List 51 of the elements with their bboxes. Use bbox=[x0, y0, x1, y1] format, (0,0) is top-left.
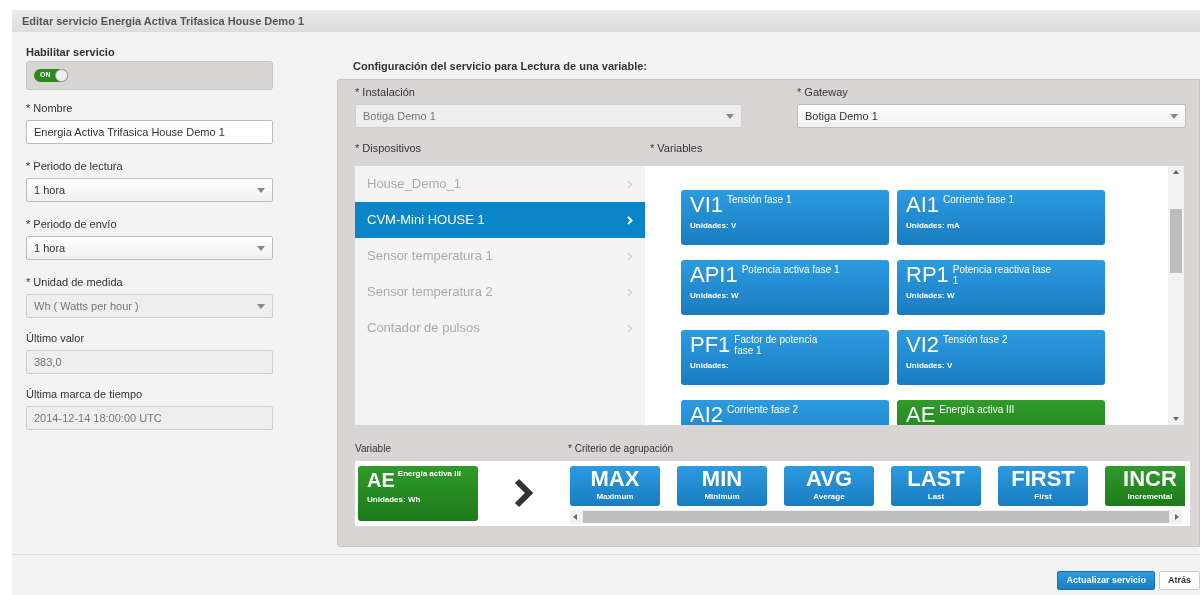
criteria-button[interactable]: LAST Last bbox=[891, 466, 981, 506]
field-label: Variable bbox=[355, 442, 392, 456]
criteria-button[interactable]: MAX Maximum bbox=[570, 466, 660, 506]
scroll-left-icon[interactable] bbox=[573, 514, 577, 520]
field-label: * Periodo de lectura bbox=[26, 159, 124, 174]
device-item[interactable]: House_Demo_1 bbox=[355, 166, 645, 202]
dropdown-caret-icon bbox=[257, 245, 265, 251]
chevron-icon bbox=[627, 215, 633, 225]
scroll-right-icon[interactable] bbox=[1175, 514, 1179, 520]
dropdown[interactable]: Botiga Demo 1 bbox=[797, 104, 1186, 128]
scrollbar-thumb[interactable] bbox=[583, 511, 1169, 523]
device-item[interactable]: Contador de pulsos bbox=[355, 310, 645, 346]
dropdown-caret-icon bbox=[1170, 113, 1178, 119]
field-label: * Unidad de medida bbox=[26, 275, 124, 290]
scrollbar[interactable] bbox=[1168, 166, 1184, 425]
chevron-icon bbox=[514, 478, 534, 508]
dialog-title: Editar servicio Energia Activa Trifasica House Demo 1 bbox=[22, 13, 305, 29]
scrollbar-thumb[interactable] bbox=[1170, 208, 1182, 273]
device-item[interactable]: Sensor temperatura 2 bbox=[355, 274, 645, 310]
horizontal-scrollbar[interactable] bbox=[570, 510, 1182, 524]
field-label: * Dispositivos bbox=[355, 141, 423, 156]
scroll-down-icon[interactable] bbox=[1173, 417, 1179, 421]
dropdown[interactable]: 1 hora bbox=[26, 236, 273, 260]
field-label: * Instalación bbox=[355, 85, 416, 100]
criteria-button[interactable]: MIN Minimum bbox=[677, 466, 767, 506]
section-title: Configuración del servicio para Lectura de una variable: bbox=[352, 59, 649, 72]
dropdown-caret-icon bbox=[257, 187, 265, 193]
device-item[interactable]: CVM-Mini HOUSE 1 bbox=[355, 202, 645, 238]
field-label: * Nombre bbox=[26, 101, 74, 116]
action-button[interactable]: Actualizar servicio bbox=[1057, 571, 1155, 590]
criteria-button[interactable]: AVG Average bbox=[784, 466, 874, 506]
field-label: Habilitar servicio bbox=[26, 45, 116, 59]
field-label: Último valor bbox=[26, 331, 86, 346]
chevron-icon bbox=[627, 179, 633, 189]
field-label: Última marca de tiempo bbox=[26, 387, 144, 402]
chevron-icon bbox=[627, 287, 633, 297]
dropdown-caret-icon bbox=[726, 113, 734, 119]
chevron-icon bbox=[627, 323, 633, 333]
dropdown-caret-icon bbox=[257, 303, 265, 309]
action-button[interactable]: Atrás bbox=[1159, 571, 1200, 590]
dropdown[interactable]: 1 hora bbox=[26, 178, 273, 202]
scroll-up-icon[interactable] bbox=[1173, 170, 1179, 174]
field-label: * Criterio de agrupación bbox=[568, 442, 674, 456]
field-label: * Periodo de envío bbox=[26, 217, 118, 232]
input-field[interactable]: Energia Activa Trifasica House Demo 1 bbox=[26, 120, 273, 144]
field-label: * Gateway bbox=[797, 85, 849, 100]
field-label: * Variables bbox=[650, 141, 703, 156]
device-item[interactable]: Sensor temperatura 1 bbox=[355, 238, 645, 274]
criteria-button[interactable]: INCR Incremental bbox=[1105, 466, 1185, 506]
criteria-button[interactable]: FIRST First bbox=[998, 466, 1088, 506]
chevron-icon bbox=[627, 251, 633, 261]
